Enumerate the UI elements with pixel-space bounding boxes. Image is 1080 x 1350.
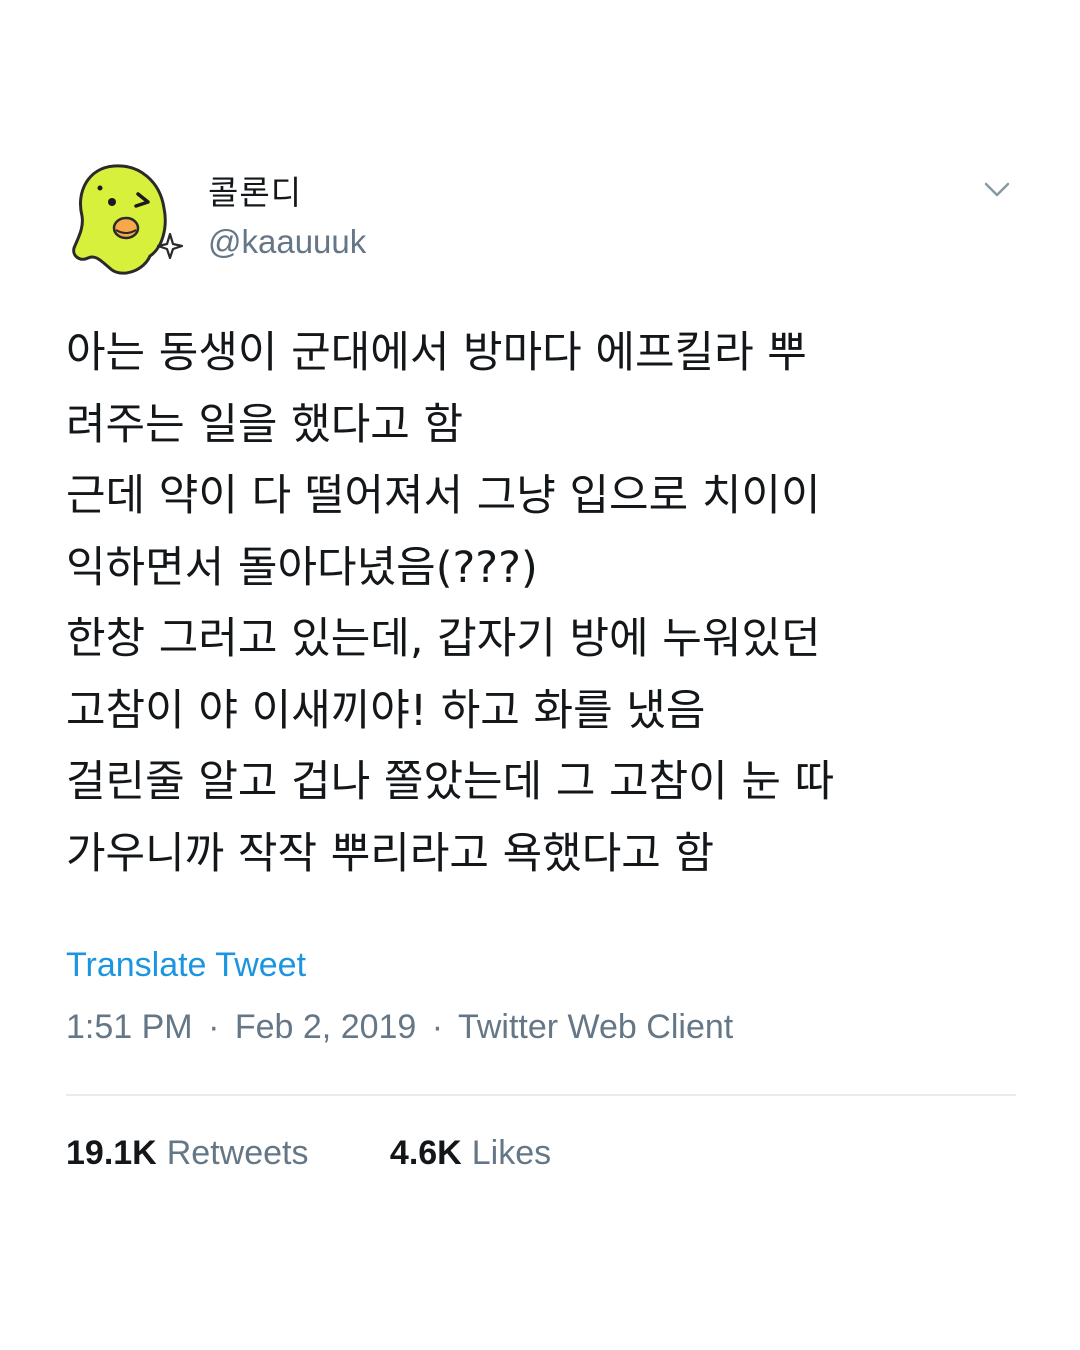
tweet-text-line: 고참이 야 이새끼야! 하고 화를 냈음 [66, 685, 706, 736]
user-handle[interactable]: @kaauuuk [208, 218, 366, 266]
tweet-text-line: 가우니까 작작 뿌리라고 욕했다고 함 [66, 828, 715, 879]
tweet-text: 아는 동생이 군대에서 방마다 에프킬라 뿌 려주는 일을 했다고 함 근데 약… [66, 318, 1026, 890]
tweet-card: 콜론디 @kaauuuk 아는 동생이 군대에서 방마다 에프킬라 뿌 려주는 … [0, 0, 1080, 1350]
tweet-date[interactable]: Feb 2, 2019 [235, 1008, 416, 1046]
likes-label: Likes [471, 1134, 552, 1172]
translate-tweet-link[interactable]: Translate Tweet [66, 946, 306, 985]
yellow-bird-character-icon [72, 164, 184, 275]
tweet-text-line: 한창 그러고 있는데, 갑자기 방에 누워있던 [66, 614, 821, 664]
tweet-text-line: 근데 약이 다 떨어져서 그냥 입으로 치이이 [66, 471, 821, 521]
meta-separator: · [208, 1008, 220, 1046]
avatar[interactable] [66, 158, 186, 282]
chevron-down-icon[interactable] [982, 178, 1012, 202]
retweets-count: 19.1K [66, 1134, 157, 1172]
retweets-label: Retweets [166, 1134, 309, 1172]
likes-stat[interactable]: 4.6K Likes [390, 1134, 551, 1173]
tweet-time[interactable]: 1:51 PM [66, 1008, 193, 1046]
tweet-meta: 1:51 PM · Feb 2, 2019 · Twitter Web Clie… [66, 1008, 733, 1047]
author-block: 콜론디 @kaauuuk [208, 170, 366, 266]
tweet-client[interactable]: Twitter Web Client [458, 1008, 733, 1046]
tweet-text-line: 걸린줄 알고 겁나 쫄았는데 그 고참이 눈 따 [66, 757, 835, 807]
retweets-stat[interactable]: 19.1K Retweets [66, 1134, 308, 1173]
tweet-text-line: 려주는 일을 했다고 함 [66, 399, 464, 450]
meta-separator: · [431, 1008, 444, 1046]
engagement-stats: 19.1K Retweets 4.6K Likes [66, 1134, 551, 1173]
tweet-text-line: 아는 동생이 군대에서 방마다 에프킬라 뿌 [66, 328, 807, 378]
likes-count: 4.6K [389, 1134, 462, 1172]
display-name[interactable]: 콜론디 [208, 170, 366, 216]
divider [66, 1094, 1016, 1096]
tweet-text-line: 익하면서 돌아다녔음(???) [66, 542, 538, 593]
